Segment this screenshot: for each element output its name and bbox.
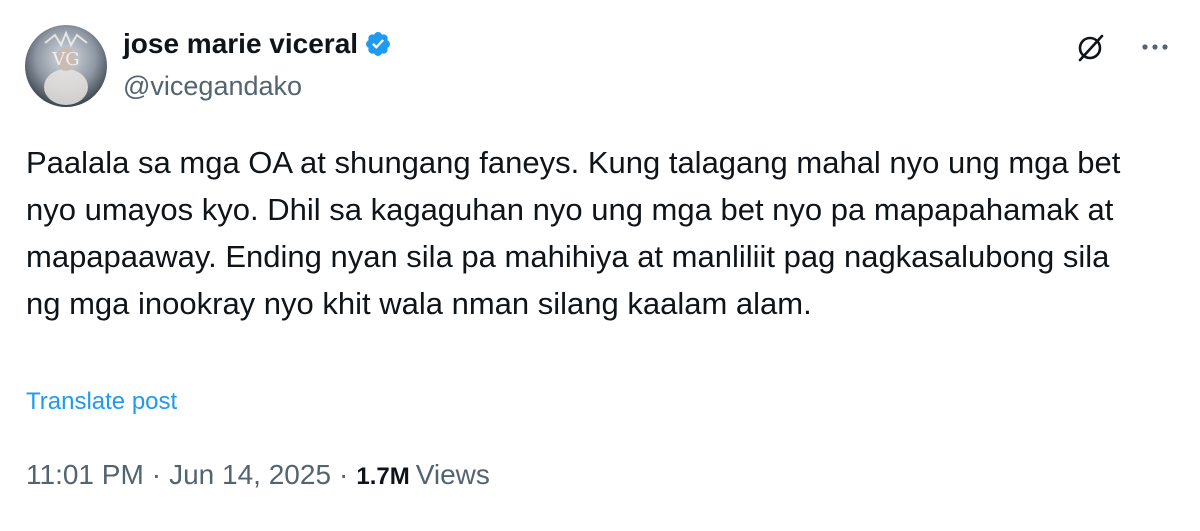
- translate-post-link[interactable]: Translate post: [26, 388, 177, 416]
- tweet-text: Paalala sa mga OA at shungang faneys. Ku…: [26, 145, 1121, 321]
- tweet-date[interactable]: Jun 14, 2025: [169, 459, 331, 491]
- more-options-icon[interactable]: [1138, 30, 1172, 64]
- tweet-metadata: 11:01 PM · Jun 14, 2025 · 1.7M Views: [26, 459, 490, 491]
- grok-icon[interactable]: [1074, 30, 1108, 64]
- tweet-card: VG jose marie viceral @vicegandako Paala…: [0, 0, 1200, 531]
- svg-text:VG: VG: [51, 49, 79, 70]
- meta-separator: ·: [339, 459, 349, 490]
- verified-badge-icon[interactable]: [364, 30, 392, 58]
- tweet-time[interactable]: 11:01 PM: [26, 459, 144, 491]
- avatar-image: VG: [25, 25, 107, 107]
- avatar[interactable]: VG: [25, 25, 107, 107]
- author-name-row: jose marie viceral: [123, 28, 392, 60]
- author-display-name[interactable]: jose marie viceral: [123, 28, 358, 60]
- tweet-top-actions: [1074, 30, 1172, 64]
- views-count: 1.7M: [356, 463, 410, 490]
- meta-separator: ·: [151, 459, 162, 490]
- author-handle[interactable]: @vicegandako: [123, 71, 302, 102]
- views-label: Views: [415, 459, 490, 490]
